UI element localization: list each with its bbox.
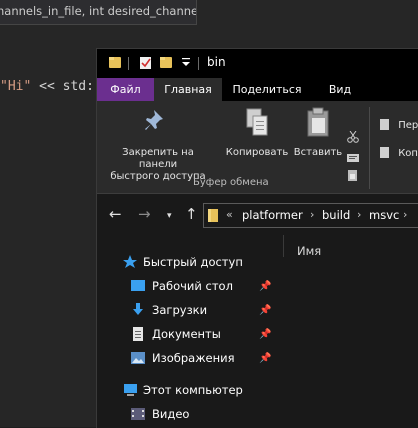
navigation-pane: Быстрый доступ Рабочий стол 📌 Загрузки 📌… [97, 245, 279, 428]
file-explorer-window[interactable]: bin Файл Главная Поделиться Вид Закрепит… [96, 48, 418, 428]
title-separator-2 [198, 57, 199, 70]
downloads-icon [133, 303, 143, 315]
recent-locations-button[interactable]: ▾ [167, 207, 172, 225]
paste-label: Вставить [293, 147, 343, 158]
copy-to-label: Коп [398, 148, 418, 159]
copy-icon [246, 108, 268, 136]
new-folder-icon[interactable] [160, 56, 173, 69]
folder-icon [208, 209, 218, 222]
title-separator [128, 57, 129, 70]
move-to-label: Пер [398, 120, 418, 131]
tree-label-quick-access: Быстрый доступ [143, 255, 243, 269]
parameter-tooltip: hannels_in_file, int desired_channels [0, 0, 197, 25]
pinned-icon: 📌 [259, 353, 272, 364]
window-title: bin [207, 55, 226, 69]
up-arrow-icon: ↑ [185, 205, 198, 223]
tab-file[interactable]: Файл [97, 78, 154, 101]
move-to-icon [380, 119, 389, 130]
code-line: "Hi" << std: [0, 79, 94, 94]
pictures-icon [131, 352, 145, 364]
copy-button[interactable]: Копировать [224, 107, 290, 159]
copy-to-icon [380, 147, 389, 158]
breadcrumb-separator-icon: › [310, 208, 315, 221]
tab-home[interactable]: Главная [154, 78, 222, 101]
computer-icon [124, 384, 137, 396]
column-header-name[interactable]: Имя [297, 244, 321, 258]
tree-label-this-pc: Этот компьютер [143, 383, 243, 397]
cut-icon[interactable] [347, 131, 359, 143]
forward-button[interactable]: → [138, 205, 151, 223]
pinned-icon: 📌 [259, 281, 272, 292]
pin-label-line1: Закрепить на панели [122, 147, 194, 170]
quick-access-dropdown-icon[interactable] [181, 56, 191, 68]
ribbon-tabs: Файл Главная Поделиться Вид [97, 78, 418, 101]
clipboard-group-label: Буфер обмена [193, 177, 269, 188]
video-icon [131, 408, 145, 420]
address-bar[interactable]: « platformer › build › msvc › [203, 203, 418, 228]
tooltip-text: hannels_in_file, int desired_channels [0, 4, 197, 18]
tree-label-desktop: Рабочий стол [152, 279, 233, 293]
breadcrumb-separator-icon: › [403, 208, 408, 221]
paste-shortcut-icon[interactable] [348, 169, 358, 181]
properties-icon[interactable] [139, 56, 153, 70]
title-bar[interactable]: bin [97, 49, 418, 78]
tree-label-documents: Документы [152, 327, 221, 341]
breadcrumb-separator-icon: › [357, 208, 362, 221]
back-button[interactable]: ← [109, 205, 122, 223]
pin-quick-access-button[interactable]: Закрепить на панели быстрого доступа [104, 107, 212, 183]
pane-divider[interactable] [283, 235, 284, 257]
tab-share[interactable]: Поделиться [227, 78, 307, 101]
chevron-down-icon: ▾ [167, 211, 172, 221]
tree-label-downloads: Загрузки [152, 303, 208, 317]
star-icon [123, 255, 137, 268]
breadcrumb-build[interactable]: build [322, 208, 350, 222]
breadcrumb-msvc[interactable]: msvc [369, 208, 399, 222]
code-operator: << std: [31, 79, 94, 94]
back-arrow-icon: ← [109, 205, 122, 223]
pinned-icon: 📌 [259, 305, 272, 316]
pinned-icon: 📌 [259, 329, 272, 340]
pin-icon [145, 110, 163, 130]
tree-label-video: Видео [152, 407, 190, 421]
copy-label: Копировать [225, 147, 289, 158]
tree-label-pictures: Изображения [152, 351, 235, 365]
forward-arrow-icon: → [138, 205, 151, 223]
group-divider [369, 107, 370, 189]
folder-icon [109, 57, 121, 68]
breadcrumb-platformer[interactable]: platformer [242, 208, 303, 222]
tab-view[interactable]: Вид [323, 78, 357, 101]
desktop-icon [131, 280, 145, 291]
copy-to-button[interactable]: Коп [380, 147, 418, 160]
navigation-bar: ← → ▾ ↑ « platformer › build › msvc › [97, 194, 418, 235]
breadcrumb-overflow-icon[interactable]: « [226, 208, 233, 221]
ribbon-home: Закрепить на панели быстрого доступа Коп… [97, 101, 418, 194]
documents-icon [133, 327, 143, 341]
move-to-button[interactable]: Пер [380, 119, 418, 132]
up-button[interactable]: ↑ [185, 205, 198, 223]
code-string-literal: "Hi" [0, 79, 32, 94]
paste-icon [307, 107, 329, 137]
paste-button[interactable]: Вставить [292, 107, 344, 159]
copy-path-icon[interactable] [347, 153, 359, 163]
